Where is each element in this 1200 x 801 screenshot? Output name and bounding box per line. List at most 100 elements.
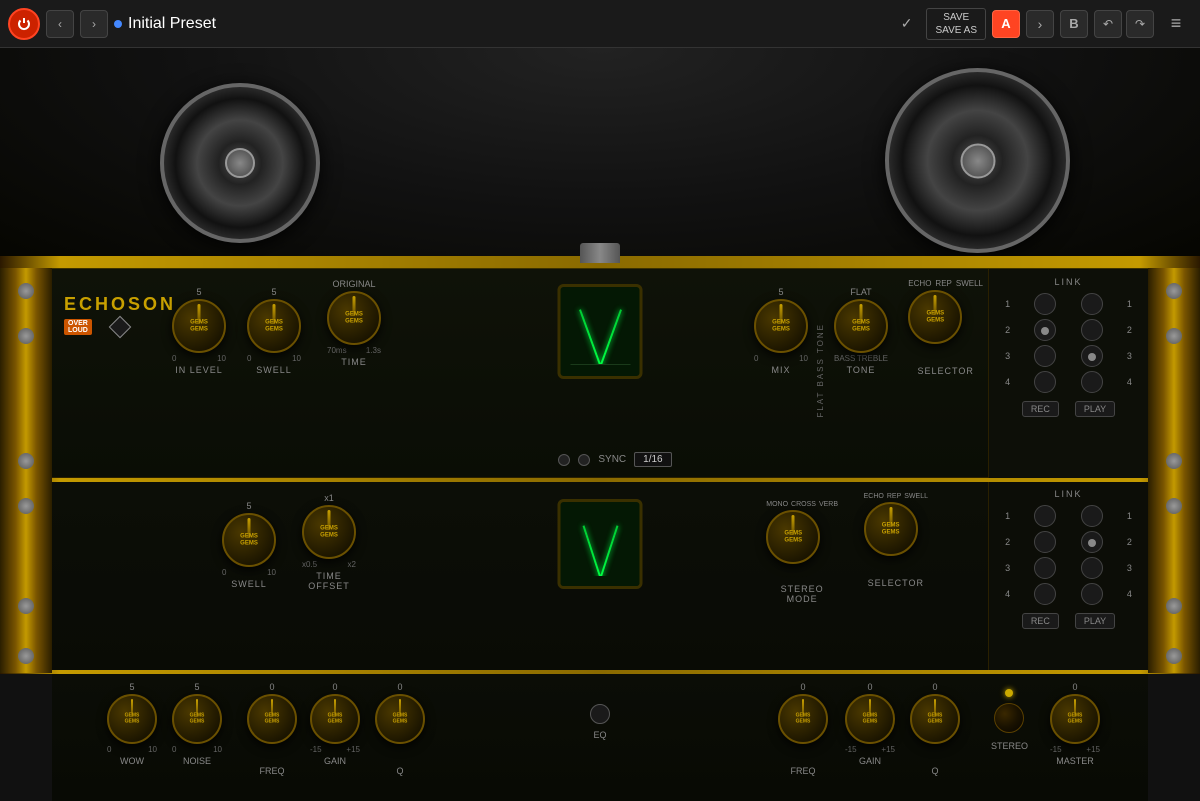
link-btn-3-left[interactable] (1034, 345, 1056, 367)
sync-dot-right[interactable] (578, 454, 590, 466)
eq2-q-group: 0 GEMSGEMS Q (910, 682, 960, 776)
eq1-gain-knob[interactable]: GEMSGEMS (310, 694, 360, 744)
mid-link-btn-3-right[interactable] (1081, 557, 1103, 579)
eq2-q-knob[interactable]: GEMSGEMS (910, 694, 960, 744)
ab-button-b[interactable]: B (1060, 10, 1088, 38)
noise-group: 5 GEMSGEMS 0 10 NOISE (172, 682, 222, 766)
bot-section: 5 GEMSGEMS 0 10 WOW 5 GEMSGEMS 0 10 NOIS… (52, 673, 1148, 801)
mid-link-btn-2-left[interactable] (1034, 531, 1056, 553)
mid-link-btn-2-right[interactable] (1081, 531, 1103, 553)
tone-knob[interactable]: GEMSGEMS (834, 299, 888, 353)
echoson-logo: ECHOSON (64, 294, 176, 315)
swell-group-mid: 5 GEMSGEMS 0 10 SWELL (222, 501, 276, 589)
eq1-q-group: 0 GEMSGEMS Q (375, 682, 425, 776)
frame-right (1148, 268, 1200, 673)
preset-indicator (114, 20, 122, 28)
undo-redo-group: ↶ ↷ (1094, 10, 1154, 38)
swell-knob-top[interactable]: GEMSGEMS (247, 299, 301, 353)
tape-head (580, 243, 620, 263)
top-right-panel: LINK 1 1 2 2 3 3 (988, 269, 1148, 479)
device-body: ECHOSON OVERLOUD 5 GEMSGEMS 0 10 IN LEVE… (0, 48, 1200, 801)
stereo-light[interactable] (1005, 689, 1013, 697)
divider-mid (0, 478, 1200, 482)
link-btn-2-right[interactable] (1081, 319, 1103, 341)
preset-name: Initial Preset (128, 15, 887, 33)
noise-knob[interactable]: GEMSGEMS (172, 694, 222, 744)
eq2-freq-knob[interactable]: GEMSGEMS (778, 694, 828, 744)
time-knob[interactable]: GEMSGEMS (327, 291, 381, 345)
menu-button[interactable]: ≡ (1160, 8, 1192, 40)
link-btn-3-right[interactable] (1081, 345, 1103, 367)
selector-knob-mid[interactable]: GEMSGEMS (864, 502, 918, 556)
frame-left (0, 268, 52, 673)
save-label[interactable]: SAVE (943, 11, 969, 24)
wow-knob[interactable]: GEMSGEMS (107, 694, 157, 744)
time-offset-group: x1 GEMSGEMS x0.5 x2 TIMEOFFSET (302, 493, 356, 591)
mid-right-panel: LINK 1 1 2 2 3 3 4 (988, 481, 1148, 673)
link-btn-4-right[interactable] (1081, 371, 1103, 393)
in-level-value: 5 (172, 287, 226, 297)
save-as-label[interactable]: SAVE AS (935, 24, 977, 37)
eq2-gain-knob[interactable]: GEMSGEMS (845, 694, 895, 744)
time-group: ORIGINAL GEMSGEMS 70ms 1.3s TIME (327, 279, 381, 367)
link-btn-2-left[interactable] (1034, 319, 1056, 341)
play-button-mid[interactable]: PLAY (1075, 613, 1115, 629)
link-btn-1-right[interactable] (1081, 293, 1103, 315)
eq2-gain-group: 0 GEMSGEMS -15 +15 GAIN (845, 682, 895, 766)
mid-link-btn-3-left[interactable] (1034, 557, 1056, 579)
tone-group: FLAT GEMSGEMS BASS TREBLE TONE (834, 287, 888, 375)
swell-knob-mid[interactable]: GEMSGEMS (222, 513, 276, 567)
diamond-logo (109, 316, 132, 339)
mix-group: 5 GEMSGEMS 0 10 MIX (754, 287, 808, 375)
mid-link-btn-4-left[interactable] (1034, 583, 1056, 605)
vu-meter-top (558, 284, 643, 379)
undo-button[interactable]: ↶ (1094, 10, 1122, 38)
sync-label: SYNC (598, 454, 626, 465)
eq2-freq-group: 0 GEMSGEMS FREQ (778, 682, 828, 776)
mix-knob[interactable]: GEMSGEMS (754, 299, 808, 353)
prev-button[interactable]: ‹ (46, 10, 74, 38)
save-group[interactable]: SAVE SAVE AS (926, 8, 986, 40)
tape-machine-area (0, 48, 1200, 268)
in-level-knob[interactable]: GEMSGEMS (172, 299, 226, 353)
eq1-q-knob[interactable]: GEMSGEMS (375, 694, 425, 744)
sync-bar: SYNC 1/16 (252, 452, 978, 467)
mid-link-btn-1-left[interactable] (1034, 505, 1056, 527)
preset-dropdown[interactable]: ✓ (893, 11, 921, 36)
divider-bot (0, 670, 1200, 674)
link-btn-4-left[interactable] (1034, 371, 1056, 393)
redo-button[interactable]: ↷ (1126, 10, 1154, 38)
vu-meter-mid (558, 499, 643, 589)
eq-label: EQ (593, 730, 606, 740)
ab-arrow[interactable]: › (1026, 10, 1054, 38)
master-group: 0 GEMSGEMS -15 +15 MASTER (1050, 682, 1100, 766)
time-offset-knob[interactable]: GEMSGEMS (302, 505, 356, 559)
play-button-top[interactable]: PLAY (1075, 401, 1115, 417)
rec-button-top[interactable]: REC (1022, 401, 1059, 417)
eq-toggle[interactable] (590, 704, 610, 724)
ab-button-a[interactable]: A (992, 10, 1020, 38)
top-section: ECHOSON OVERLOUD 5 GEMSGEMS 0 10 IN LEVE… (52, 268, 1148, 478)
sync-value[interactable]: 1/16 (634, 452, 671, 467)
eq1-gain-group: 0 GEMSGEMS -15 +15 GAIN (310, 682, 360, 766)
next-button[interactable]: › (80, 10, 108, 38)
right-reel (885, 68, 1070, 253)
master-knob[interactable]: GEMSGEMS (1050, 694, 1100, 744)
power-button[interactable] (8, 8, 40, 40)
selector-group-top: ECHO REP SWELL GEMSGEMS SELECTOR (908, 279, 983, 376)
rec-button-mid[interactable]: REC (1022, 613, 1059, 629)
sync-dot-left[interactable] (558, 454, 570, 466)
stereo-small-knob[interactable] (994, 703, 1024, 733)
mid-link-btn-4-right[interactable] (1081, 583, 1103, 605)
left-reel (160, 83, 320, 243)
selector-group-mid: ECHO REP SWELL GEMSGEMS SELECTOR (864, 493, 928, 588)
mid-section: 5 GEMSGEMS 0 10 SWELL x1 GEMSGEMS x0.5 x… (52, 480, 1148, 672)
in-level-group: 5 GEMSGEMS 0 10 IN LEVEL (172, 287, 226, 375)
selector-knob-top[interactable]: GEMSGEMS (908, 290, 962, 344)
eq-center: EQ (590, 704, 610, 740)
stereo-mode-knob[interactable]: GEMSGEMS (766, 510, 820, 564)
link-btn-1-left[interactable] (1034, 293, 1056, 315)
mid-link-btn-1-right[interactable] (1081, 505, 1103, 527)
eq1-freq-knob[interactable]: GEMSGEMS (247, 694, 297, 744)
stereo-indicator: STEREO (991, 689, 1028, 751)
